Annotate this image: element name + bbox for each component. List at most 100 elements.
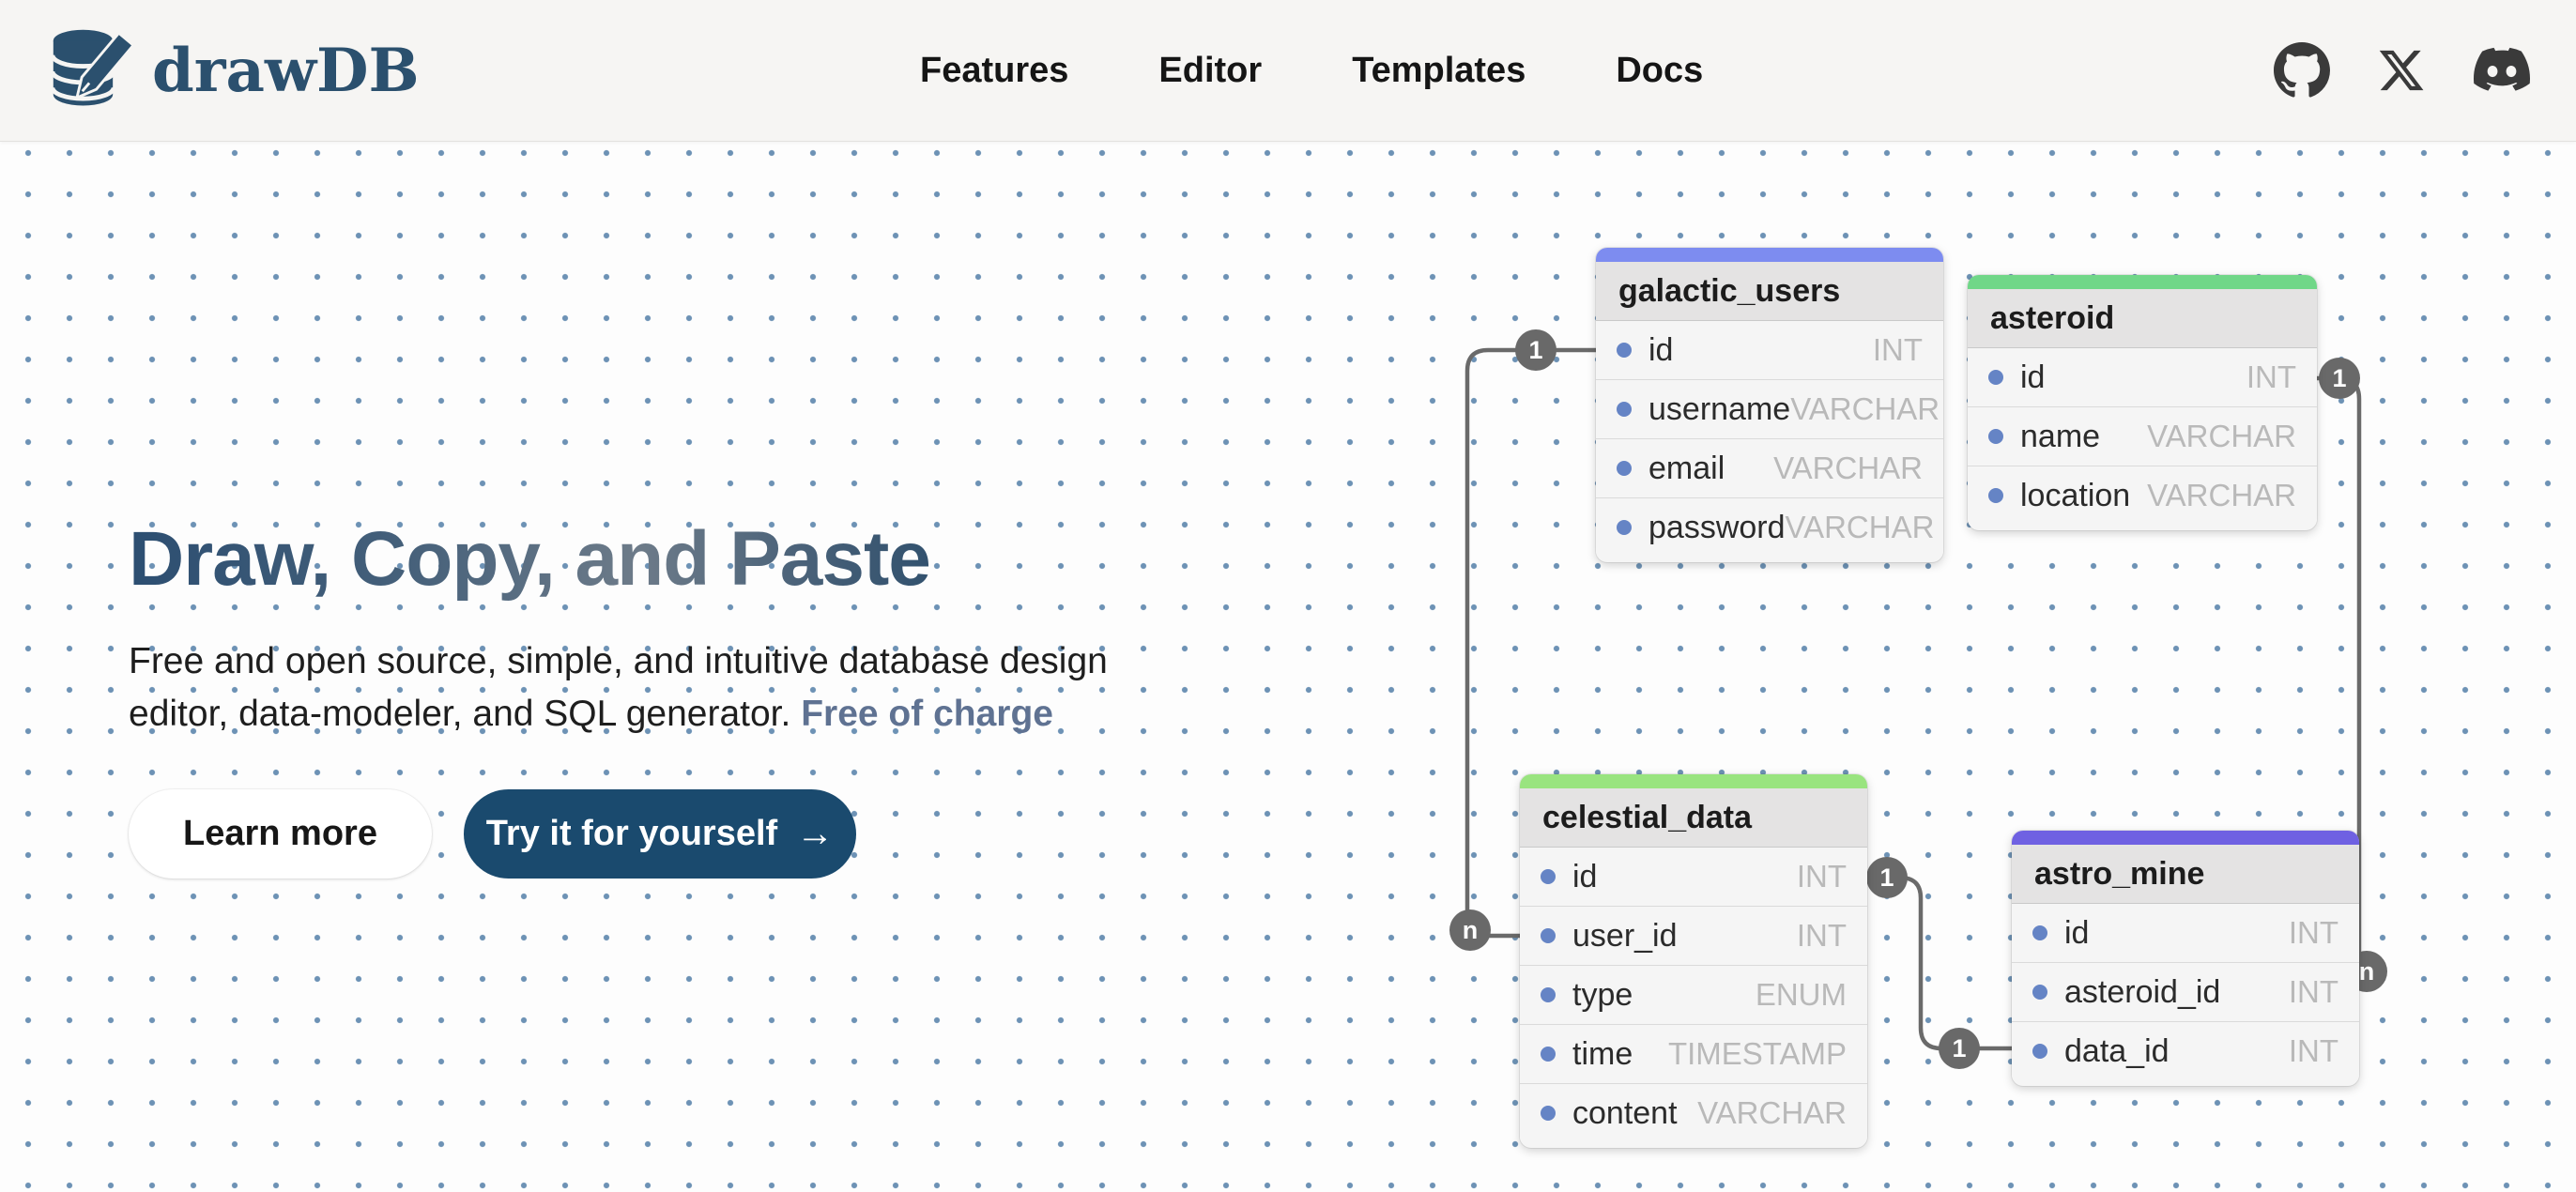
relationship-line-celestial-astro xyxy=(1866,878,2012,1048)
learn-more-button[interactable]: Learn more xyxy=(129,789,432,879)
table-galactic_users: galactic_usersidINTusernameVARCHARemailV… xyxy=(1596,248,1943,562)
table-field-row: typeENUM xyxy=(1520,966,1867,1025)
field-name: content xyxy=(1572,1095,1678,1132)
field-dot-icon xyxy=(1617,402,1632,417)
field-type: INT xyxy=(1797,859,1847,894)
field-dot-icon xyxy=(1617,461,1632,476)
field-name: email xyxy=(1648,451,1725,487)
field-dot-icon xyxy=(1541,1106,1556,1121)
social-icons xyxy=(2274,0,2531,141)
table-astro_mine: astro_mineid INT asteroid_id INT data_id INT xyxy=(2012,831,2359,1086)
field-dot-icon xyxy=(2032,1044,2047,1059)
nav-link-templates[interactable]: Templates xyxy=(1352,51,1526,91)
field-dot-icon xyxy=(1541,987,1556,1002)
cardinality-badge: 1 xyxy=(2319,358,2360,399)
github-icon[interactable] xyxy=(2274,42,2330,99)
field-type: INT xyxy=(1873,332,1923,368)
field-name: id xyxy=(2064,915,2089,952)
table-accent-bar xyxy=(1596,248,1943,262)
field-dot-icon xyxy=(1541,928,1556,943)
table-field-row: id INT xyxy=(1596,321,1943,380)
field-name: time xyxy=(1572,1036,1633,1073)
try-it-label: Try it for yourself xyxy=(486,814,777,854)
field-name: asteroid_id xyxy=(2064,974,2220,1011)
table-field-row: id INT xyxy=(1968,348,2317,407)
field-type: INT xyxy=(2289,915,2338,951)
table-field-row: usernameVARCHAR xyxy=(1596,380,1943,439)
page-title: Draw, Copy, and Paste xyxy=(129,517,1108,602)
brand-logo[interactable]: drawDB xyxy=(49,0,420,141)
cardinality-badge: 1 xyxy=(1515,329,1556,371)
table-field-row: data_id INT xyxy=(2012,1022,2359,1080)
field-dot-icon xyxy=(2032,925,2047,940)
field-dot-icon xyxy=(1541,1047,1556,1062)
drawdb-logo-icon xyxy=(49,25,139,115)
table-title: celestial_data xyxy=(1520,788,1867,848)
field-name: id xyxy=(1648,332,1673,369)
table-title: galactic_users xyxy=(1596,262,1943,321)
field-dot-icon xyxy=(1541,869,1556,884)
field-dot-icon xyxy=(1617,343,1632,358)
arrow-right-icon: → xyxy=(796,813,834,855)
field-name: type xyxy=(1572,977,1633,1014)
nav-link-editor[interactable]: Editor xyxy=(1158,51,1262,91)
cardinality-badge: 1 xyxy=(1939,1028,1980,1069)
nav-link-features[interactable]: Features xyxy=(920,51,1068,91)
table-title: astro_mine xyxy=(2012,845,2359,904)
table-field-row: user_id INT xyxy=(1520,907,1867,966)
field-dot-icon xyxy=(1988,488,2003,503)
hero-buttons: Learn more Try it for yourself → xyxy=(129,789,1108,879)
hero-section: Draw, Copy, and Paste Free and open sour… xyxy=(129,517,1108,879)
table-field-row: id INT xyxy=(2012,904,2359,963)
field-type: VARCHAR xyxy=(2147,478,2296,513)
navbar: drawDB Features Editor Templates Docs xyxy=(0,0,2576,142)
discord-icon[interactable] xyxy=(2473,47,2531,94)
cardinality-badge: n xyxy=(1449,909,1491,951)
field-type: INT xyxy=(1797,918,1847,954)
diagram-canvas: 1n111n galactic_usersidINTusernameVARCHA… xyxy=(0,142,2576,1192)
table-accent-bar xyxy=(2012,831,2359,845)
field-type: INT xyxy=(2289,1033,2338,1069)
try-it-button[interactable]: Try it for yourself → xyxy=(464,789,856,879)
nav-links: Features Editor Templates Docs xyxy=(920,0,1703,141)
field-dot-icon xyxy=(1617,520,1632,535)
table-accent-bar xyxy=(1968,275,2317,289)
field-name: id xyxy=(2020,359,2045,396)
table-field-row: id INT xyxy=(1520,848,1867,907)
table-field-row: passwordVARCHAR xyxy=(1596,498,1943,557)
field-type: INT xyxy=(2246,359,2296,395)
x-twitter-icon[interactable] xyxy=(2377,46,2426,95)
table-title: asteroid xyxy=(1968,289,2317,348)
field-name: id xyxy=(1572,859,1597,895)
nav-link-docs[interactable]: Docs xyxy=(1616,51,1703,91)
brand-name: drawDB xyxy=(152,36,420,106)
table-field-row: time TIMESTAMP xyxy=(1520,1025,1867,1084)
drawdb-landing-page: 1n111n galactic_usersidINTusernameVARCHA… xyxy=(0,0,2576,1192)
field-type: INT xyxy=(2289,974,2338,1010)
field-name: username xyxy=(1648,391,1790,428)
hero-subtitle-line2: editor, data-modeler, and SQL generator. xyxy=(129,694,790,734)
table-accent-bar xyxy=(1520,774,1867,788)
field-name: password xyxy=(1648,510,1786,546)
table-field-row: email VARCHAR xyxy=(1596,439,1943,498)
table-field-row: location VARCHAR xyxy=(1968,466,2317,525)
field-dot-icon xyxy=(1988,370,2003,385)
field-dot-icon xyxy=(1988,429,2003,444)
field-type: VARCHAR xyxy=(2147,419,2296,454)
field-type: VARCHAR xyxy=(1790,391,1940,427)
field-name: name xyxy=(2020,419,2100,455)
hero-subtitle-line1: Free and open source, simple, and intuit… xyxy=(129,641,1108,681)
field-name: data_id xyxy=(2064,1033,2170,1070)
field-type: TIMESTAMP xyxy=(1668,1036,1847,1072)
table-field-row: asteroid_id INT xyxy=(2012,963,2359,1022)
table-asteroid: asteroid id INT name VARCHAR location VARCHAR xyxy=(1968,275,2317,530)
field-type: VARCHAR xyxy=(1773,451,1923,486)
table-field-row: contentVARCHAR xyxy=(1520,1084,1867,1142)
hero-subtitle: Free and open source, simple, and intuit… xyxy=(129,635,1108,741)
field-name: location xyxy=(2020,478,2130,514)
field-dot-icon xyxy=(2032,985,2047,1000)
field-name: user_id xyxy=(1572,918,1678,955)
free-of-charge-label: Free of charge xyxy=(801,694,1053,734)
table-celestial_data: celestial_dataidINTuser_idINTtypeENUMtim… xyxy=(1520,774,1867,1148)
table-field-row: name VARCHAR xyxy=(1968,407,2317,466)
